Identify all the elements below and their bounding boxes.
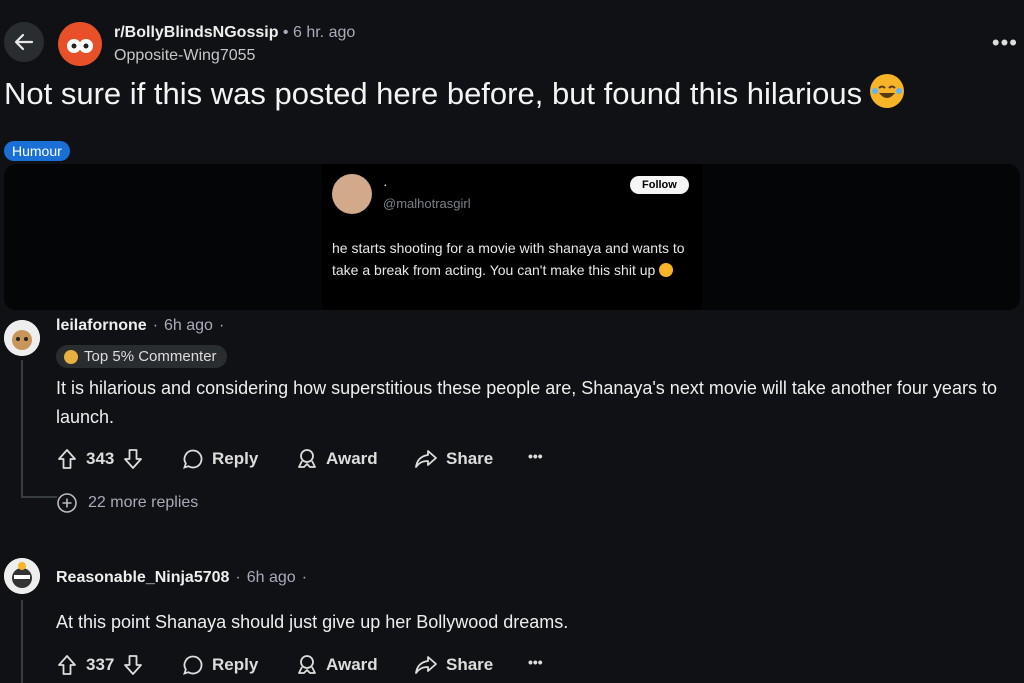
share-button[interactable]: Share — [414, 448, 493, 470]
comment-body: It is hilarious and considering how supe… — [56, 378, 997, 427]
award-icon — [298, 449, 316, 468]
award-button[interactable]: Award — [296, 654, 378, 676]
comment-separator: · — [235, 569, 241, 586]
comment-more-button[interactable]: ••• — [528, 654, 543, 670]
comment-time: 6h ago — [246, 569, 296, 586]
share-label: Share — [446, 449, 494, 468]
upvote-icon[interactable] — [56, 448, 78, 470]
tweet-avatar — [332, 174, 372, 214]
comment-separator: · — [152, 317, 159, 334]
comment-header: Reasonable_Ninja5708 · 6h ago · — [56, 569, 307, 587]
vote-count: 343 — [86, 449, 115, 468]
post-more-button[interactable]: ••• — [992, 30, 1018, 56]
vote-controls: 337 — [56, 654, 144, 676]
crying-emoji-icon — [659, 262, 674, 277]
reply-label: Reply — [212, 655, 259, 674]
post-time: 6 hr. ago — [292, 24, 356, 41]
comment-username[interactable]: leilafornone — [56, 317, 147, 335]
post-flair[interactable]: Humour — [4, 141, 70, 161]
post-author[interactable]: Opposite-Wing7055 — [114, 47, 255, 65]
comment-header: leilafornone · 6h ago · — [56, 317, 224, 335]
more-replies-button[interactable]: 22 more replies — [56, 492, 198, 514]
comment-more-button[interactable]: ••• — [528, 448, 543, 464]
share-icon — [415, 656, 437, 674]
tweet-name: · — [383, 176, 388, 192]
subreddit-link[interactable]: r/BollyBlindsNGossip — [114, 24, 278, 41]
share-label: Share — [446, 655, 494, 674]
reply-label: Reply — [212, 449, 259, 468]
comment-avatar[interactable] — [4, 558, 40, 594]
comment-body: At this point Shanaya should just give u… — [56, 612, 569, 632]
plus-circle-icon — [57, 493, 77, 513]
badge-label: Top 5% Commenter — [84, 348, 217, 365]
tweet-handle: @malhotrasgirl — [383, 196, 471, 211]
comment-time: 6h ago — [164, 317, 213, 334]
meta-separator: • — [282, 24, 289, 41]
award-button[interactable]: Award — [296, 448, 378, 470]
thread-line[interactable] — [21, 360, 23, 498]
post-title-text: Not sure if this was posted here before,… — [4, 76, 863, 111]
upvote-icon[interactable] — [56, 654, 78, 676]
vote-count: 337 — [86, 655, 115, 674]
comment-bubble-icon — [183, 449, 203, 469]
tweet-text-content: he starts shooting for a movie with shan… — [332, 240, 685, 278]
comment-bubble-icon — [183, 655, 203, 675]
more-replies-label: 22 more replies — [88, 494, 199, 511]
downvote-icon[interactable] — [122, 654, 144, 676]
arrow-left-icon — [14, 33, 34, 51]
top-commenter-badge: Top 5% Commenter — [56, 345, 227, 368]
comment-username[interactable]: Reasonable_Ninja5708 — [56, 569, 229, 587]
thread-branch — [21, 496, 57, 498]
comment-separator: · — [218, 317, 225, 334]
laughing-emoji-icon — [870, 74, 905, 108]
post-title: Not sure if this was posted here before,… — [4, 74, 905, 112]
tweet-follow-button: Follow — [630, 176, 689, 194]
award-icon — [298, 655, 316, 674]
reply-button[interactable]: Reply — [182, 654, 258, 676]
comment-avatar[interactable] — [4, 320, 40, 356]
sunglasses-emoji-icon — [64, 349, 78, 364]
award-label: Award — [326, 655, 378, 674]
post-meta: r/BollyBlindsNGossip • 6 hr. ago — [114, 24, 355, 42]
share-button[interactable]: Share — [414, 654, 493, 676]
vote-controls: 343 — [56, 448, 144, 470]
back-button[interactable] — [4, 22, 44, 62]
award-label: Award — [326, 449, 378, 468]
downvote-icon[interactable] — [122, 448, 144, 470]
share-icon — [415, 450, 437, 468]
comment-separator: · — [301, 569, 308, 586]
thread-line[interactable] — [21, 600, 23, 683]
tweet-text: he starts shooting for a movie with shan… — [332, 238, 692, 281]
subreddit-avatar[interactable] — [58, 22, 102, 66]
reply-button[interactable]: Reply — [182, 448, 258, 470]
